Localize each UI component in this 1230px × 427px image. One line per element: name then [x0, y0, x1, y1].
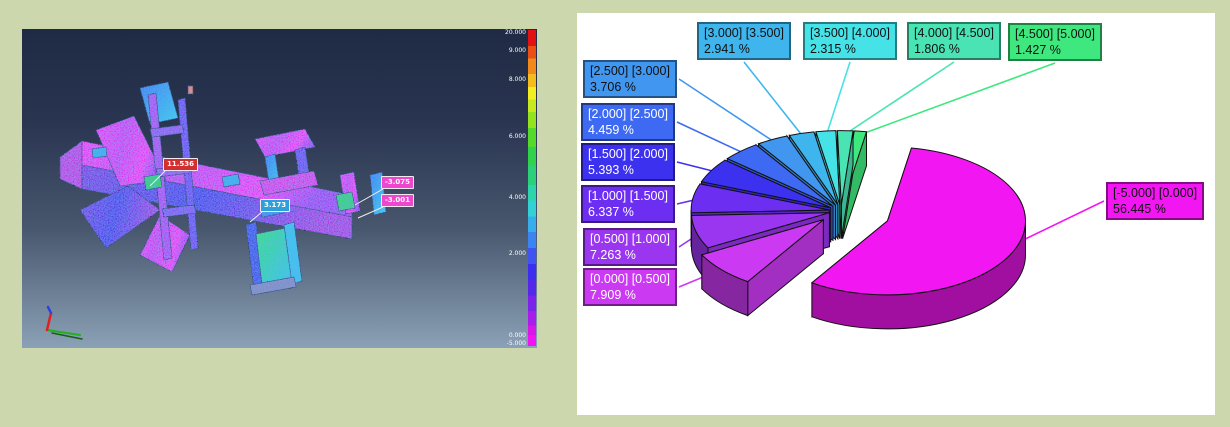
slice-percent: 5.393 %: [588, 162, 668, 178]
pie-chart-panel: [-5.000] [0.000]56.445 % [0.000] [0.500]…: [577, 13, 1215, 415]
axis-triad-icon: [47, 307, 82, 339]
pie-slice-label: [4.500] [5.000]1.427 %: [1008, 23, 1102, 61]
deviation-model-svg: [22, 29, 537, 348]
color-scale-tick: 20.000: [492, 29, 526, 36]
workspace: 11.536 3.173 -3.075 -3.001 20.000 9.000 …: [0, 0, 1230, 427]
leader-line: [827, 62, 850, 135]
deviation-annotation[interactable]: 11.536: [163, 158, 198, 171]
color-scale-tick: 9.000: [492, 47, 526, 54]
pie-slice-label: [1.500] [2.000]5.393 %: [581, 143, 675, 181]
annotation-value: -3.001: [385, 196, 410, 204]
pie-slice-label: [2.000] [2.500]4.459 %: [581, 103, 675, 141]
deviation-model[interactable]: [60, 82, 386, 295]
annotation-value: 3.173: [264, 201, 286, 209]
leader-line: [860, 63, 1055, 135]
leader-line: [677, 122, 745, 154]
slice-range: [0.500] [1.000]: [590, 231, 670, 247]
slice-range: [2.000] [2.500]: [588, 106, 668, 122]
pie-slice-label: [4.000] [4.500]1.806 %: [907, 22, 1001, 60]
leader-line: [744, 62, 803, 137]
slice-range: [4.000] [4.500]: [914, 25, 994, 41]
slice-percent: 2.941 %: [704, 41, 784, 57]
color-scale-tick: -5.000: [492, 340, 526, 347]
slice-range: [1.000] [1.500]: [588, 188, 668, 204]
deviation-annotation[interactable]: -3.075: [381, 176, 414, 189]
slice-range: [0.000] [0.500]: [590, 271, 670, 287]
slice-range: [1.500] [2.000]: [588, 146, 668, 162]
color-scale-tick: 8.000: [492, 76, 526, 83]
color-scale-tick: 0.000: [492, 332, 526, 339]
slice-percent: 4.459 %: [588, 122, 668, 138]
deviation-annotation[interactable]: 3.173: [260, 199, 290, 212]
pie-slice-label: [3.000] [3.500]2.941 %: [697, 22, 791, 60]
slice-percent: 3.706 %: [590, 79, 670, 95]
leader-line: [845, 62, 954, 134]
color-scale-tick: 4.000: [492, 194, 526, 201]
slice-percent: 2.315 %: [810, 41, 890, 57]
annotation-value: 11.536: [167, 160, 194, 168]
slice-range: [-5.000] [0.000]: [1113, 185, 1197, 201]
deviation-annotation[interactable]: -3.001: [381, 194, 414, 207]
color-scale-tick: 6.000: [492, 133, 526, 140]
slice-percent: 1.427 %: [1015, 42, 1095, 58]
pie-slice-label: [1.000] [1.500]6.337 %: [581, 185, 675, 223]
slice-range: [3.000] [3.500]: [704, 25, 784, 41]
pie-slice-label: [0.000] [0.500]7.909 %: [583, 268, 677, 306]
color-scale-tick: 2.000: [492, 250, 526, 257]
slice-percent: 6.337 %: [588, 204, 668, 220]
slice-range: [4.500] [5.000]: [1015, 26, 1095, 42]
slice-percent: 1.806 %: [914, 41, 994, 57]
pie-slice-label: [2.500] [3.000]3.706 %: [583, 60, 677, 98]
pie-slice-label: [-5.000] [0.000]56.445 %: [1106, 182, 1204, 220]
slice-percent: 7.909 %: [590, 287, 670, 303]
slice-percent: 56.445 %: [1113, 201, 1197, 217]
pie-slice-label: [0.500] [1.000]7.263 %: [583, 228, 677, 266]
slice-percent: 7.263 %: [590, 247, 670, 263]
leader-line: [679, 79, 776, 143]
annotation-value: -3.075: [385, 178, 410, 186]
pie-slice-label: [3.500] [4.000]2.315 %: [803, 22, 897, 60]
3d-viewport[interactable]: 11.536 3.173 -3.075 -3.001 20.000 9.000 …: [22, 29, 537, 348]
color-scale-bar[interactable]: [528, 30, 536, 346]
slice-range: [3.500] [4.000]: [810, 25, 890, 41]
slice-range: [2.500] [3.000]: [590, 63, 670, 79]
